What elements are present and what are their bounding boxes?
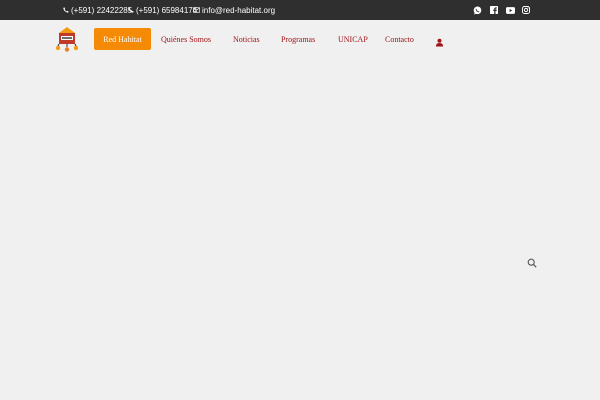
phone-icon [63, 7, 69, 13]
top-bar: (+591) 22422285 (+591) 65984174 info@red… [0, 0, 600, 20]
nav-contacto[interactable]: Contacto [385, 28, 414, 50]
instagram-icon[interactable] [521, 5, 531, 15]
facebook-icon[interactable] [489, 5, 499, 15]
nav-programas[interactable]: Programas [281, 28, 315, 50]
youtube-icon[interactable] [505, 5, 515, 15]
envelope-icon [193, 7, 200, 13]
phone-1-text: (+591) 22422285 [71, 5, 133, 15]
phone-2[interactable]: (+591) 65984174 [128, 0, 197, 20]
user-icon[interactable] [435, 34, 444, 47]
nav-unicap[interactable]: UNICAP [338, 28, 368, 50]
email-link[interactable]: info@red-habitat.org [193, 0, 275, 20]
phone-2-text: (+591) 65984174 [136, 5, 198, 15]
email-text: info@red-habitat.org [202, 5, 276, 15]
search-icon[interactable] [527, 255, 537, 268]
main-header: Red Habitat Quiénes Somos Noticias Progr… [0, 20, 600, 58]
red-habitat-logo[interactable] [55, 26, 79, 52]
phone-1[interactable]: (+591) 22422285 [63, 0, 132, 20]
nav-quienes-somos[interactable]: Quiénes Somos [161, 28, 211, 50]
phone-icon [128, 7, 134, 13]
nav-noticias[interactable]: Noticias [233, 28, 260, 50]
nav-red-habitat[interactable]: Red Habitat [94, 28, 151, 50]
whatsapp-icon[interactable] [472, 5, 482, 15]
